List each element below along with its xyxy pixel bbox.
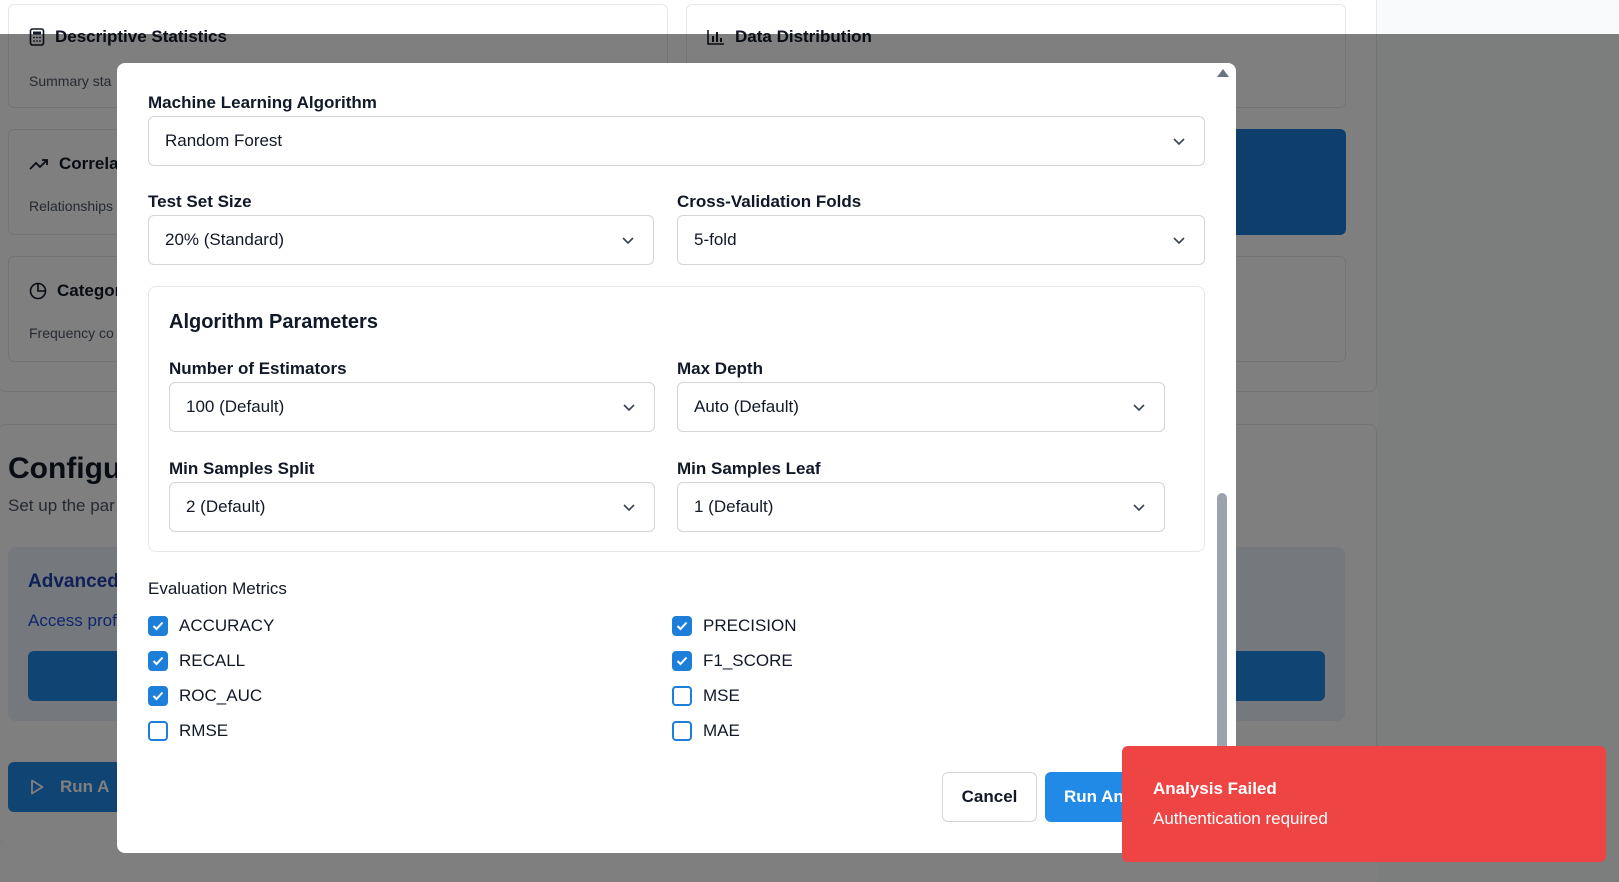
analysis-config-modal: Machine Learning Algorithm Random Forest… <box>117 63 1236 853</box>
max-depth-select[interactable]: Auto (Default) <box>677 382 1165 432</box>
metric-roc-auc-checkbox[interactable]: ROC_AUC <box>148 686 262 706</box>
checkbox-checked-icon[interactable] <box>148 686 168 706</box>
metric-recall-checkbox[interactable]: RECALL <box>148 651 245 671</box>
checkbox-checked-icon[interactable] <box>148 651 168 671</box>
scroll-up-arrow[interactable] <box>1217 69 1229 77</box>
test-set-size-select[interactable]: 20% (Standard) <box>148 215 654 265</box>
metric-mse-checkbox[interactable]: MSE <box>672 686 740 706</box>
chevron-down-icon <box>623 404 635 412</box>
checkbox-checked-icon[interactable] <box>672 616 692 636</box>
chevron-down-icon <box>1133 404 1145 412</box>
cancel-button[interactable]: Cancel <box>942 772 1037 822</box>
algorithm-select[interactable]: Random Forest <box>148 116 1205 166</box>
chevron-down-icon <box>623 504 635 512</box>
toast-message: Authentication required <box>1153 809 1328 828</box>
min-samples-split-select[interactable]: 2 (Default) <box>169 482 655 532</box>
max-depth-label: Max Depth <box>677 359 763 378</box>
test-set-size-label: Test Set Size <box>148 192 252 211</box>
metric-f1-score-checkbox[interactable]: F1_SCORE <box>672 651 793 671</box>
min-samples-leaf-select[interactable]: 1 (Default) <box>677 482 1165 532</box>
chevron-down-icon <box>1173 138 1185 146</box>
min-samples-leaf-value: 1 (Default) <box>694 497 774 516</box>
metric-label: ACCURACY <box>179 616 275 635</box>
checkbox-checked-icon[interactable] <box>672 651 692 671</box>
chevron-down-icon <box>1133 504 1145 512</box>
n-estimators-select[interactable]: 100 (Default) <box>169 382 655 432</box>
metric-precision-checkbox[interactable]: PRECISION <box>672 616 797 636</box>
cv-folds-value: 5-fold <box>694 230 737 249</box>
cv-folds-label: Cross-Validation Folds <box>677 192 862 211</box>
checkbox-unchecked-icon[interactable] <box>672 721 692 741</box>
metric-label: RMSE <box>179 721 229 740</box>
algorithm-value: Random Forest <box>165 131 283 150</box>
checkbox-checked-icon[interactable] <box>148 616 168 636</box>
n-estimators-value: 100 (Default) <box>186 397 285 416</box>
metric-label: MAE <box>703 721 740 740</box>
max-depth-value: Auto (Default) <box>694 397 799 416</box>
metric-label: MSE <box>703 686 740 705</box>
parameters-title: Algorithm Parameters <box>169 311 378 333</box>
metric-label: F1_SCORE <box>703 651 793 670</box>
metric-accuracy-checkbox[interactable]: ACCURACY <box>148 616 274 636</box>
metric-label: PRECISION <box>703 616 797 635</box>
metric-label: RECALL <box>179 651 246 670</box>
chevron-down-icon <box>1173 237 1185 245</box>
cv-folds-select[interactable]: 5-fold <box>677 215 1205 265</box>
error-toast[interactable]: Analysis Failed Authentication required <box>1122 746 1606 862</box>
algorithm-label: Machine Learning Algorithm <box>148 93 377 112</box>
algorithm-parameters-section: Algorithm Parameters Number of Estimator… <box>148 286 1205 552</box>
metric-mae-checkbox[interactable]: MAE <box>672 721 740 741</box>
min-samples-split-value: 2 (Default) <box>186 497 266 516</box>
metric-rmse-checkbox[interactable]: RMSE <box>148 721 228 741</box>
toast-title: Analysis Failed <box>1153 779 1277 798</box>
checkbox-unchecked-icon[interactable] <box>148 721 168 741</box>
test-set-size-value: 20% (Standard) <box>165 230 285 249</box>
min-samples-split-label: Min Samples Split <box>169 459 315 478</box>
chevron-down-icon <box>622 237 634 245</box>
min-samples-leaf-label: Min Samples Leaf <box>677 459 821 478</box>
evaluation-metrics-label: Evaluation Metrics <box>148 579 287 598</box>
n-estimators-label: Number of Estimators <box>169 359 347 378</box>
checkbox-unchecked-icon[interactable] <box>672 686 692 706</box>
metric-label: ROC_AUC <box>179 686 263 705</box>
